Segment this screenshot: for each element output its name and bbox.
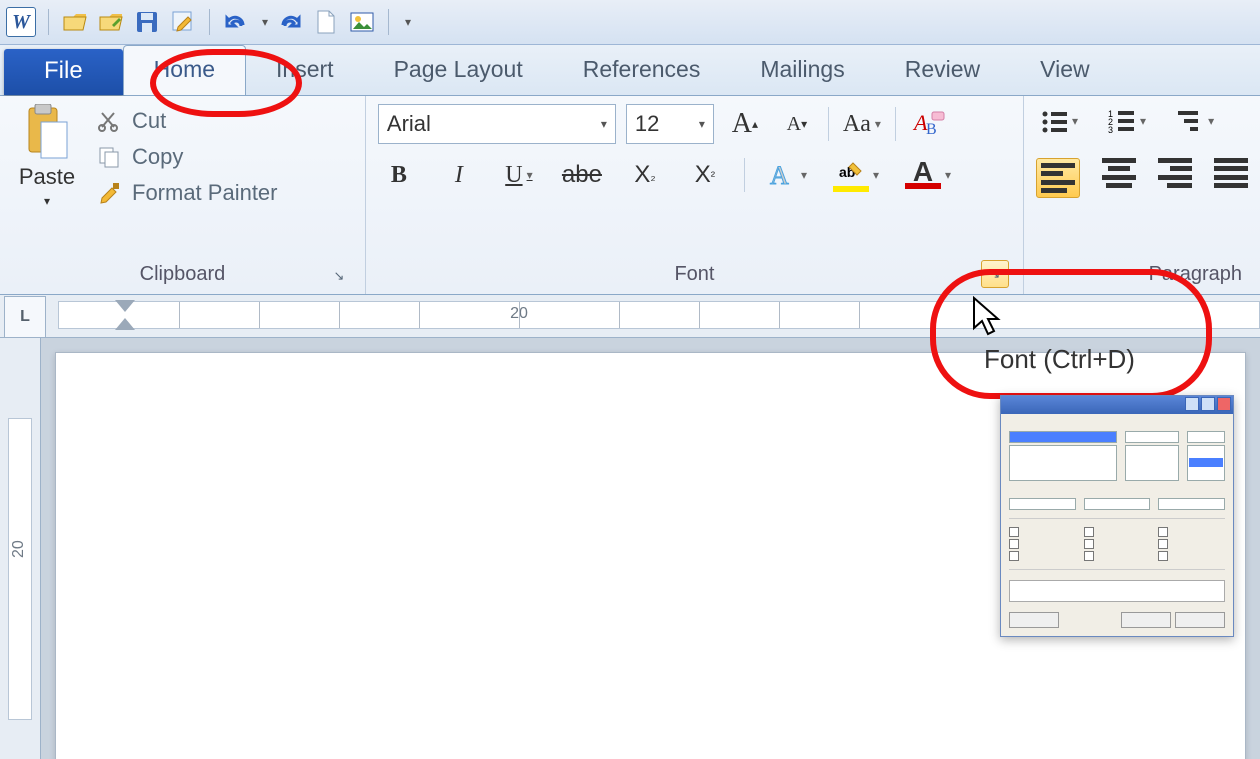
- font-tooltip: Font (Ctrl+D): [980, 342, 1139, 377]
- font-dialog-preview: [1000, 395, 1234, 637]
- chevron-down-icon: ▾: [601, 117, 607, 131]
- new-document-icon[interactable]: [312, 8, 340, 36]
- superscript-icon[interactable]: X²: [684, 158, 726, 192]
- paste-button[interactable]: Paste: [19, 164, 75, 190]
- numbering-icon[interactable]: 123: [1104, 104, 1150, 138]
- svg-text:3: 3: [1108, 125, 1113, 133]
- tab-home[interactable]: Home: [123, 45, 246, 95]
- multilevel-list-icon[interactable]: [1172, 104, 1218, 138]
- open-icon[interactable]: [61, 8, 89, 36]
- copy-icon: [96, 144, 122, 170]
- cut-label: Cut: [132, 108, 166, 134]
- align-justify-icon[interactable]: [1214, 158, 1248, 188]
- clear-formatting-icon[interactable]: A B: [906, 107, 950, 141]
- shrink-font-icon[interactable]: A▾: [776, 107, 818, 141]
- qat-separator: [209, 9, 210, 35]
- change-case-icon[interactable]: Aa: [839, 107, 885, 141]
- font-size-value: 12: [635, 111, 659, 137]
- quick-access-toolbar: W ▾ ▾: [0, 0, 1260, 45]
- tab-page-layout[interactable]: Page Layout: [364, 46, 553, 95]
- tab-view[interactable]: View: [1010, 46, 1119, 95]
- vertical-ruler[interactable]: 20: [0, 338, 41, 759]
- tab-file[interactable]: File: [4, 49, 123, 95]
- ruler-area: L 20: [0, 295, 1260, 338]
- bullets-icon[interactable]: [1036, 104, 1082, 138]
- vruler-tick-label: 20: [10, 540, 28, 558]
- svg-text:A: A: [770, 161, 789, 190]
- paintbrush-icon: [96, 180, 122, 206]
- format-painter-label: Format Painter: [132, 180, 278, 206]
- undo-icon[interactable]: [222, 8, 250, 36]
- align-left-icon[interactable]: [1036, 158, 1080, 198]
- ribbon-tabs: File Home Insert Page Layout References …: [0, 45, 1260, 96]
- copy-button[interactable]: Copy: [96, 144, 278, 170]
- font-name-combo[interactable]: Arial ▾: [378, 104, 616, 144]
- tab-selector-icon[interactable]: L: [4, 296, 46, 338]
- subscript-icon[interactable]: X₂: [624, 158, 666, 192]
- bold-icon[interactable]: B: [378, 158, 420, 192]
- horizontal-ruler[interactable]: 20: [58, 301, 1260, 329]
- group-clipboard: Paste ▾ Cut Copy: [0, 96, 366, 294]
- tab-references[interactable]: References: [553, 46, 731, 95]
- word-app-icon[interactable]: W: [6, 7, 36, 37]
- hanging-indent-icon[interactable]: [115, 318, 135, 330]
- scissors-icon: [96, 108, 122, 134]
- tab-insert[interactable]: Insert: [246, 46, 364, 95]
- qat-customize-icon[interactable]: ▾: [405, 15, 411, 29]
- clipboard-dialog-launcher-icon[interactable]: ↘: [329, 266, 349, 286]
- font-color-icon[interactable]: A: [901, 158, 955, 192]
- underline-icon[interactable]: U: [498, 158, 540, 192]
- redo-icon[interactable]: [276, 8, 304, 36]
- align-center-icon[interactable]: [1102, 158, 1136, 188]
- open-recent-icon[interactable]: [97, 8, 125, 36]
- qat-separator: [388, 9, 389, 35]
- paste-icon[interactable]: [23, 104, 71, 160]
- paste-dropdown-icon[interactable]: ▾: [44, 194, 50, 208]
- text-effects-icon[interactable]: A: [763, 158, 811, 192]
- format-painter-button[interactable]: Format Painter: [96, 180, 278, 206]
- qat-separator: [48, 9, 49, 35]
- group-paragraph: 123 Parag: [1024, 96, 1260, 294]
- cut-button[interactable]: Cut: [96, 108, 278, 134]
- first-line-indent-icon[interactable]: [115, 300, 135, 312]
- picture-icon[interactable]: [348, 8, 376, 36]
- font-tooltip-label: Font (Ctrl+D): [980, 342, 1139, 377]
- font-name-value: Arial: [387, 111, 431, 137]
- grow-font-icon[interactable]: A▴: [724, 107, 766, 141]
- undo-dropdown-icon[interactable]: ▾: [262, 15, 268, 29]
- tab-review[interactable]: Review: [875, 46, 1010, 95]
- edit-icon[interactable]: [169, 8, 197, 36]
- tab-mailings[interactable]: Mailings: [730, 46, 874, 95]
- italic-icon[interactable]: I: [438, 158, 480, 192]
- group-label-clipboard: Clipboard ↘: [12, 261, 353, 290]
- font-size-combo[interactable]: 12 ▾: [626, 104, 714, 144]
- font-dialog-launcher-icon[interactable]: ↘: [981, 260, 1009, 288]
- strikethrough-icon[interactable]: abe: [558, 158, 606, 192]
- save-icon[interactable]: [133, 8, 161, 36]
- highlight-icon[interactable]: ab: [829, 158, 883, 192]
- align-right-icon[interactable]: [1158, 158, 1192, 188]
- copy-label: Copy: [132, 144, 183, 170]
- ribbon-home: Paste ▾ Cut Copy: [0, 96, 1260, 295]
- svg-text:B: B: [926, 121, 937, 138]
- chevron-down-icon: ▾: [699, 117, 705, 131]
- group-font: Arial ▾ 12 ▾ A▴ A▾ Aa: [366, 96, 1024, 294]
- group-label-paragraph: Paragraph: [1036, 261, 1248, 290]
- group-label-font: Font ↘: [378, 261, 1011, 290]
